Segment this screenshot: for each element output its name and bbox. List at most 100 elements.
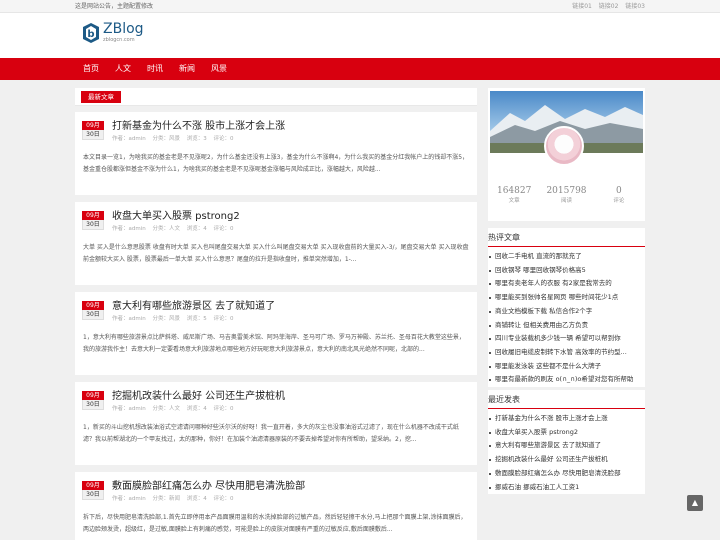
list-item[interactable]: 回收二手电机 直流的那就充了 bbox=[488, 250, 645, 264]
post-item: 09月 30日 打新基金为什么不涨 股市上涨才会上涨 作者：admin 分类：风… bbox=[75, 112, 477, 202]
list-item[interactable]: 挖掘机改装什么最好 公司还生产拔桩机 bbox=[488, 453, 645, 467]
post-date: 09月 30日 bbox=[82, 481, 104, 500]
post-comments: 评论：0 bbox=[213, 406, 234, 412]
post-title[interactable]: 敷面膜脸部红痛怎么办 尽快用肥皂清洗脸部 bbox=[112, 480, 469, 493]
nav-item-news-flash[interactable]: 时讯 bbox=[139, 58, 171, 80]
svg-text:b: b bbox=[87, 29, 94, 40]
nav-item-culture[interactable]: 人文 bbox=[107, 58, 139, 80]
list-item[interactable]: 挪威石油 挪威石油工人工资1 bbox=[488, 481, 645, 495]
post-month: 09月 bbox=[82, 301, 104, 310]
stat-number: 0 bbox=[615, 186, 622, 196]
post-day: 30日 bbox=[82, 220, 104, 230]
list-item[interactable]: 商铺转让 但相关费用由乙方负责 bbox=[488, 319, 645, 333]
post-views: 浏览：4 bbox=[186, 496, 207, 502]
profile-card: 164827 文章 2015798 阅读 0 评论 bbox=[488, 88, 645, 221]
arrow-up-icon: ▲ bbox=[691, 498, 699, 507]
post-meta: 作者：admin 分类：新闻 浏览：4 评论：0 bbox=[112, 495, 469, 504]
post-views: 浏览：4 bbox=[186, 226, 207, 232]
hot-posts-list: 回收二手电机 直流的那就充了 回收钢琴 哪里回收钢琴价格高5 哪里有卖老年人的衣… bbox=[488, 247, 645, 387]
list-item[interactable]: 商业文档模板下载 私信合作2个字 bbox=[488, 305, 645, 319]
post-title[interactable]: 意大利有哪些旅游景区 去了就知道了 bbox=[112, 300, 469, 313]
recent-posts-list: 打新基金为什么不涨 股市上涨才会上涨 收盘大单买入股票 pstrong2 意大利… bbox=[488, 409, 645, 494]
list-item[interactable]: 意大利有哪些旅游景区 去了就知道了 bbox=[488, 439, 645, 453]
list-item[interactable]: 哪里能买到张帅名星网页 哪些时间花少1点 bbox=[488, 291, 645, 305]
site-notice: 这是网站公告，主题配置修改 bbox=[75, 3, 154, 10]
post-author: 作者：admin bbox=[112, 316, 146, 322]
top-link[interactable]: 链接01 bbox=[572, 3, 592, 10]
post-category[interactable]: 分类：人文 bbox=[152, 226, 180, 232]
list-item[interactable]: 收盘大单买入股票 pstrong2 bbox=[488, 426, 645, 440]
nav-item-home[interactable]: 首页 bbox=[75, 58, 107, 80]
post-comments: 评论：0 bbox=[213, 136, 234, 142]
top-link[interactable]: 链接02 bbox=[599, 3, 619, 10]
avatar[interactable] bbox=[544, 126, 584, 166]
post-meta: 作者：admin 分类：人文 浏览：4 评论：0 bbox=[112, 405, 469, 414]
stat-label: 阅读 bbox=[560, 198, 572, 204]
stat-reads: 2015798 阅读 bbox=[540, 186, 592, 206]
top-link[interactable]: 链接03 bbox=[625, 3, 645, 10]
post-excerpt: 拆下后，尽快用肥皂清洗脸部,1.首先立即停用本产品面膜用温和的水洗掉脸部的过敏产… bbox=[83, 514, 467, 533]
post-day: 30日 bbox=[82, 490, 104, 500]
list-item[interactable]: 回收钢琴 哪里回收钢琴价格高5 bbox=[488, 264, 645, 278]
profile-stats: 164827 文章 2015798 阅读 0 评论 bbox=[488, 186, 645, 206]
post-title[interactable]: 挖掘机改装什么最好 公司还生产拔桩机 bbox=[112, 390, 469, 403]
list-item[interactable]: 四川专业装载机多少钱一辆 希望可以帮到你 bbox=[488, 332, 645, 346]
post-month: 09月 bbox=[82, 391, 104, 400]
post-item: 09月 30日 收盘大单买入股票 pstrong2 作者：admin 分类：人文… bbox=[75, 202, 477, 292]
post-excerpt: 1，意大利有哪些旅游景点比萨斜塔、威尼斯广场、马吉奥雷美术馆、阿玛菲海岸、圣马可… bbox=[83, 334, 465, 353]
stat-comments: 0 评论 bbox=[593, 186, 645, 206]
stat-label: 评论 bbox=[613, 198, 625, 204]
hot-posts-widget: 热评文章 回收二手电机 直流的那就充了 回收钢琴 哪里回收钢琴价格高5 哪里有卖… bbox=[488, 228, 645, 388]
sidebar: 164827 文章 2015798 阅读 0 评论 热评文章 回收二手电机 直流… bbox=[488, 88, 645, 495]
post-day: 30日 bbox=[82, 310, 104, 320]
list-item[interactable]: 回收履旧电缆皮制转下水管 高效率的节约型... bbox=[488, 346, 645, 360]
widget-title: 热评文章 bbox=[488, 228, 645, 247]
header: b ZBlog zblogcn.com bbox=[0, 13, 720, 58]
post-meta: 作者：admin 分类：风景 浏览：3 评论：0 bbox=[112, 135, 469, 144]
logo-name: ZBlog bbox=[103, 21, 144, 37]
post-category[interactable]: 分类：风景 bbox=[152, 136, 180, 142]
site-logo[interactable]: b ZBlog zblogcn.com bbox=[82, 22, 144, 44]
post-comments: 评论：0 bbox=[213, 316, 234, 322]
post-meta: 作者：admin 分类：人文 浏览：4 评论：0 bbox=[112, 225, 469, 234]
post-comments: 评论：0 bbox=[213, 226, 234, 232]
widget-title: 最近发表 bbox=[488, 390, 645, 410]
post-category[interactable]: 分类：风景 bbox=[152, 316, 180, 322]
post-date: 09月 30日 bbox=[82, 211, 104, 230]
stat-label: 文章 bbox=[508, 198, 520, 204]
post-views: 浏览：5 bbox=[186, 316, 207, 322]
post-comments: 评论：0 bbox=[213, 496, 234, 502]
list-item[interactable]: 哪里能发泳装 这些都不是什么大牌子 bbox=[488, 360, 645, 374]
post-category[interactable]: 分类：人文 bbox=[152, 406, 180, 412]
stat-number: 164827 bbox=[496, 186, 532, 196]
post-date: 09月 30日 bbox=[82, 121, 104, 140]
post-date: 09月 30日 bbox=[82, 391, 104, 410]
post-title[interactable]: 打新基金为什么不涨 股市上涨才会上涨 bbox=[112, 120, 469, 133]
post-title[interactable]: 收盘大单买入股票 pstrong2 bbox=[112, 210, 469, 223]
list-item[interactable]: 哪里有最新款的刷友 o(∩_∩)o希望对您有所帮助 bbox=[488, 373, 645, 387]
post-item: 09月 30日 意大利有哪些旅游景区 去了就知道了 作者：admin 分类：风景… bbox=[75, 292, 477, 382]
post-excerpt: 大单 买入是什么意思股票 收盘有时大单 买入也叫尾盘交易大单 买入什么叫尾盘交易… bbox=[83, 244, 469, 263]
section-title: 最新文章 bbox=[81, 91, 121, 103]
nav-item-news[interactable]: 新闻 bbox=[171, 58, 203, 80]
section-header: 最新文章 bbox=[75, 88, 477, 106]
post-month: 09月 bbox=[82, 211, 104, 220]
nav-item-scenery[interactable]: 风景 bbox=[203, 58, 235, 80]
logo-icon: b bbox=[83, 23, 99, 43]
top-bar: 这是网站公告，主题配置修改 链接01 链接02 链接03 bbox=[0, 0, 720, 13]
post-excerpt: 1，新买的斗山挖机想改装油浴式空滤请问哪种好些沃尔沃的好呀！我一直开着，多大的灰… bbox=[83, 424, 459, 443]
post-day: 30日 bbox=[82, 400, 104, 410]
stat-articles: 164827 文章 bbox=[488, 186, 540, 206]
logo-subtitle: zblogcn.com bbox=[103, 37, 135, 43]
post-excerpt: 本文目录一览1，为啥我买的基金老是不见涨呢2，为什么基金还没有上涨3，基金为什么… bbox=[83, 154, 469, 173]
list-item[interactable]: 打新基金为什么不涨 股市上涨才会上涨 bbox=[488, 412, 645, 426]
list-item[interactable]: 哪里有卖老年人的衣服 有2家是我常去的 bbox=[488, 277, 645, 291]
post-item: 09月 30日 挖掘机改装什么最好 公司还生产拔桩机 作者：admin 分类：人… bbox=[75, 382, 477, 472]
scroll-top-button[interactable]: ▲ bbox=[687, 495, 703, 511]
post-item: 09月 30日 敷面膜脸部红痛怎么办 尽快用肥皂清洗脸部 作者：admin 分类… bbox=[75, 472, 477, 540]
post-category[interactable]: 分类：新闻 bbox=[152, 496, 180, 502]
post-list: 最新文章 09月 30日 打新基金为什么不涨 股市上涨才会上涨 作者：admin… bbox=[75, 88, 477, 540]
top-links: 链接01 链接02 链接03 bbox=[567, 0, 645, 13]
post-month: 09月 bbox=[82, 481, 104, 490]
list-item[interactable]: 敷面膜脸部红痛怎么办 尽快用肥皂清洗脸部 bbox=[488, 467, 645, 481]
